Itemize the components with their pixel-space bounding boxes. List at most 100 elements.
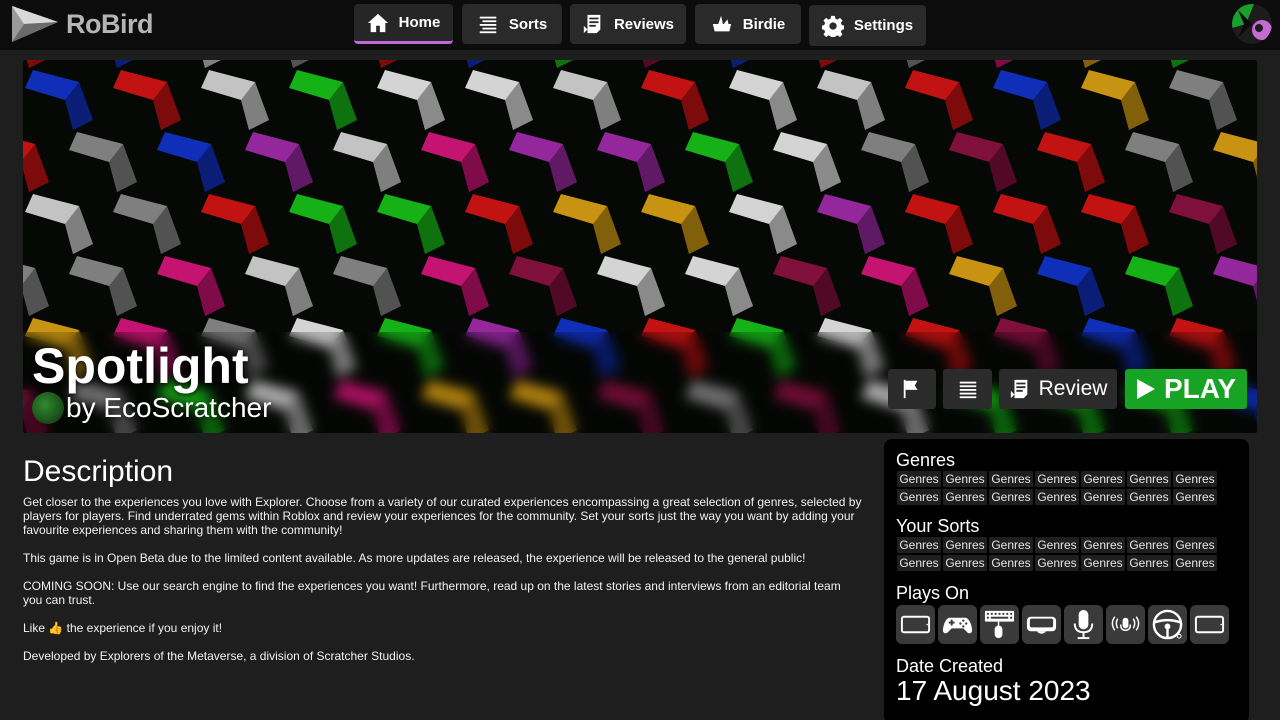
sort-tag[interactable]: Genres: [1081, 537, 1125, 553]
sort-tag[interactable]: Genres: [1035, 555, 1079, 571]
platform-item: [1106, 605, 1145, 644]
genre-tag[interactable]: Genres: [1173, 489, 1217, 505]
chevron-shade: [26, 60, 45, 68]
sort-tag[interactable]: Genres: [1035, 537, 1079, 553]
play-icon: [1136, 379, 1155, 399]
genre-tag[interactable]: Genres: [1035, 471, 1079, 487]
genre-tag[interactable]: Genres: [897, 489, 941, 505]
chevron-shade: [290, 60, 309, 68]
sort-tag[interactable]: Genres: [897, 555, 941, 571]
tablet-landscape-icon: [900, 615, 931, 634]
top-bar: RoBird Home Sorts Reviews Birdie Setting…: [0, 0, 1280, 50]
description-paragraph: Developed by Explorers of the Metaverse,…: [23, 649, 415, 663]
steering-wheel-icon: [1152, 609, 1183, 640]
genre-tag[interactable]: Genres: [943, 471, 987, 487]
nav-settings-label: Settings: [853, 17, 914, 34]
nav-birdie-label: Birdie: [742, 15, 786, 33]
game-title: Spotlight: [32, 338, 249, 394]
sort-tag[interactable]: Genres: [1173, 537, 1217, 553]
sort-tag[interactable]: Genres: [989, 537, 1033, 553]
report-button[interactable]: [888, 369, 936, 409]
review-button-label: Review: [1038, 377, 1108, 400]
genre-tag[interactable]: Genres: [1035, 489, 1079, 505]
keyboard-mouse-icon: [984, 610, 1015, 639]
description-body: Get closer to the experiences you love w…: [23, 495, 863, 677]
nav-home-label: Home: [398, 14, 441, 31]
nav-sorts-button[interactable]: Sorts: [462, 4, 562, 44]
brand[interactable]: RoBird: [10, 3, 154, 45]
flag-icon: [903, 379, 918, 399]
chevron-shade: [994, 60, 1013, 68]
sort-tag[interactable]: Genres: [989, 555, 1033, 571]
list-icon: [959, 381, 976, 399]
review-button[interactable]: Review: [999, 369, 1117, 409]
description-paragraph: Like 👍 the experience if you enjoy it!: [23, 621, 223, 635]
date-created-heading: Date Created: [896, 656, 1004, 676]
genre-tag[interactable]: Genres: [989, 471, 1033, 487]
tablet-landscape-icon: [1194, 615, 1225, 634]
chevron-shade: [114, 60, 133, 68]
creator-link[interactable]: by EcoScratcher: [32, 390, 271, 426]
chevron-shade: [1170, 60, 1189, 68]
gear-icon: [821, 15, 844, 37]
spatial-voice-icon: [1111, 616, 1140, 632]
review-note-icon: [583, 14, 601, 34]
platform-item: [1148, 605, 1187, 644]
home-icon: [367, 13, 388, 32]
nav-home-button[interactable]: Home: [354, 4, 453, 44]
play-button[interactable]: PLAY: [1125, 369, 1247, 409]
creator-name: by EcoScratcher: [66, 392, 272, 423]
chevron-shade: [730, 60, 749, 68]
description-paragraph: COMING SOON: Use our search engine to fi…: [23, 579, 841, 607]
avatar-image: [1232, 4, 1272, 44]
genre-tag[interactable]: Genres: [1081, 471, 1125, 487]
genre-tag[interactable]: Genres: [897, 471, 941, 487]
genre-tag[interactable]: Genres: [1127, 489, 1171, 505]
birdie-icon: [712, 15, 731, 32]
sort-tag[interactable]: Genres: [897, 537, 941, 553]
chevron-shade: [1082, 60, 1101, 68]
platform-list: [896, 605, 1229, 644]
chevron-shape: [1213, 60, 1257, 68]
gamepad-icon: [942, 617, 973, 634]
nav-settings-button[interactable]: Settings: [809, 5, 926, 46]
sort-tag[interactable]: Genres: [1081, 555, 1125, 571]
genres-heading: Genres: [896, 450, 956, 470]
chevron-shade: [554, 60, 573, 68]
chevron-shape: [1213, 256, 1257, 301]
add-to-sort-button[interactable]: [943, 369, 992, 409]
your-sorts-heading: Your Sorts: [896, 516, 980, 536]
genre-tag[interactable]: Genres: [989, 489, 1033, 505]
nav-reviews-button[interactable]: Reviews: [570, 4, 686, 44]
platform-item: [938, 605, 977, 644]
platform-item: [1190, 605, 1229, 644]
platform-item: [980, 605, 1019, 644]
nav-reviews-label: Reviews: [613, 15, 675, 33]
platform-item: [896, 605, 935, 644]
user-avatar[interactable]: [1232, 4, 1272, 44]
chevron-shade: [378, 60, 397, 68]
chevron-shade: [818, 60, 837, 68]
chevron-shade: [1253, 60, 1257, 68]
sort-tag[interactable]: Genres: [1173, 555, 1217, 571]
chevron-shade: [466, 60, 485, 68]
genre-tag[interactable]: Genres: [1127, 471, 1171, 487]
sort-tag[interactable]: Genres: [943, 537, 987, 553]
sort-tag[interactable]: Genres: [943, 555, 987, 571]
brand-name: RoBird: [66, 8, 154, 39]
robird-logo-icon: [12, 6, 58, 42]
genre-tag[interactable]: Genres: [943, 489, 987, 505]
plays-on-heading: Plays On: [896, 583, 970, 603]
chevron-shade: [906, 60, 925, 68]
genre-tag[interactable]: Genres: [1081, 489, 1125, 505]
platform-item: [1064, 605, 1103, 644]
microphone-icon: [1073, 609, 1094, 640]
description-paragraph: This game is in Open Beta due to the lim…: [23, 551, 806, 565]
list-icon: [479, 16, 497, 34]
description-heading: Description: [23, 455, 174, 488]
genre-tag[interactable]: Genres: [1173, 471, 1217, 487]
sort-tag[interactable]: Genres: [1127, 555, 1171, 571]
sort-tag[interactable]: Genres: [1127, 537, 1171, 553]
nav-birdie-button[interactable]: Birdie: [695, 4, 801, 44]
nav-sorts-label: Sorts: [508, 15, 548, 33]
